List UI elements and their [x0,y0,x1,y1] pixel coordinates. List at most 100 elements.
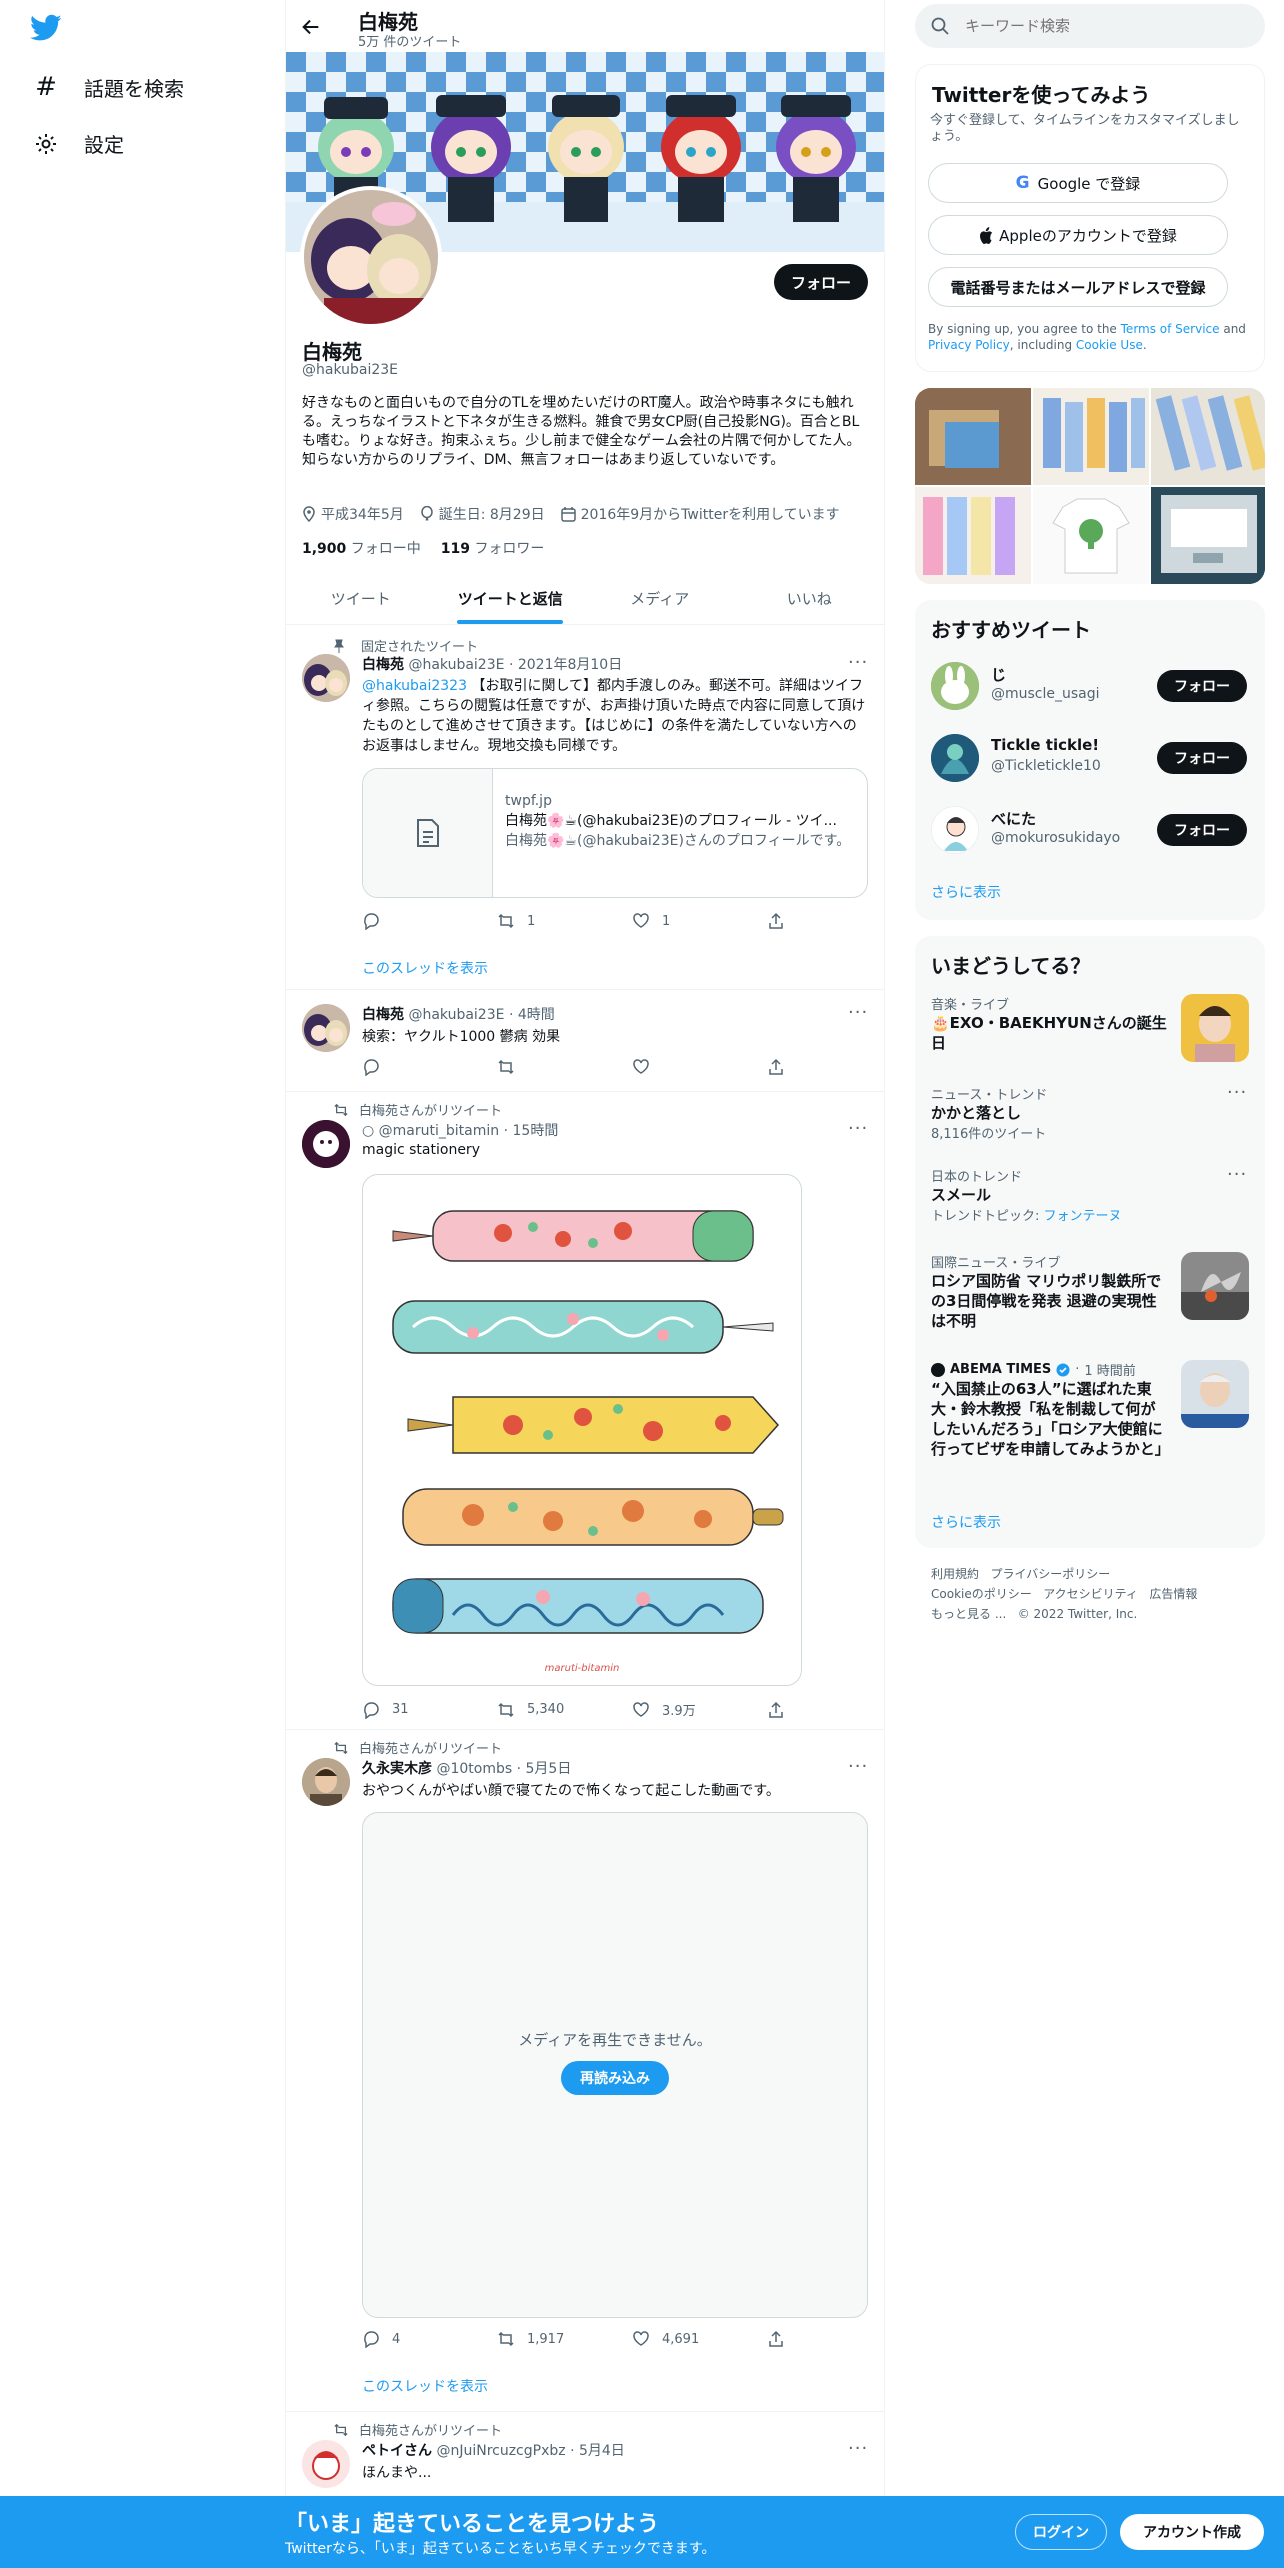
more-options-icon[interactable]: ··· [848,1756,868,1777]
share-button[interactable] [767,912,902,930]
like-button[interactable]: 4,691 [632,2330,767,2348]
tweet-author-handle[interactable]: @hakubai23E [408,657,504,673]
follow-suggestion[interactable]: じ @muscle_usagi フォロー [931,660,1249,716]
retweet-button[interactable]: 1 [497,912,632,930]
like-button[interactable]: 1 [632,912,767,930]
tab-media[interactable]: メディア [585,572,735,624]
apple-signup-button[interactable]: Appleのアカウントで登録 [928,215,1228,255]
phone-email-signup-button[interactable]: 電話番号またはメールアドレスで登録 [928,267,1228,307]
reply-button[interactable]: 4 [362,2330,497,2348]
reply-button[interactable] [362,912,497,930]
footer-link[interactable]: 広告情報 [1149,1587,1197,1601]
follow-suggestion[interactable]: Tickle tickle! @Tickletickle10 フォロー [931,732,1249,788]
tweet-avatar[interactable] [302,1120,350,1168]
trend-item[interactable]: 日本のトレンド スメール トレンドトピック: フォンテーヌ ··· [931,1164,1249,1236]
tweet-author-handle[interactable]: ○ @maruti_bitamin [362,1123,499,1139]
footer-more-link[interactable]: もっと見る ... [931,1607,1006,1621]
follow-button[interactable]: フォロー [1157,742,1247,774]
tweet-retweet[interactable]: 白梅苑さんがリツイート ペトイさん @nJuiNrcuzcgPxbz · 5月4… [286,2412,884,2496]
follow-button[interactable]: フォロー [1157,814,1247,846]
follow-suggestion[interactable]: べにた @mokurosukidayo フォロー [931,804,1249,860]
tweet-retweet[interactable]: 白梅苑さんがリツイート ○ @maruti_bitamin · 15時間 ···… [286,1092,884,1730]
tab-likes[interactable]: いいね [735,572,885,624]
nav-settings[interactable]: 設定 [30,129,124,158]
search-box[interactable] [915,4,1265,48]
show-thread-link[interactable]: このスレッドを表示 [362,2376,488,2396]
reply-button[interactable] [362,1058,497,1076]
media-thumbnail[interactable] [1033,388,1149,485]
reply-button[interactable]: 31 [362,1700,497,1719]
signup-button[interactable]: アカウント作成 [1120,2514,1264,2550]
link-card[interactable]: twpf.jp 白梅苑🌸☕(@hakubai23E)のプロフィール - ツイ..… [362,768,868,898]
nav-explore[interactable]: # 話題を検索 [30,72,184,102]
tweet-avatar[interactable] [302,2440,350,2488]
media-thumbnail[interactable] [1151,388,1265,485]
tweet-time[interactable]: 4時間 [518,1007,555,1023]
trend-item[interactable]: 音楽・ライブ 🎂EXO・BAEKHYUNさんの誕生日 [931,994,1249,1074]
tweet-avatar[interactable] [302,654,350,702]
trend-item[interactable]: ニュース・トレンド かかと落とし 8,116件のツイート ··· [931,1082,1249,1154]
media-thumbnail[interactable] [1033,487,1149,584]
media-thumbnail[interactable] [1151,487,1265,584]
more-options-icon[interactable]: ··· [848,1002,868,1023]
tweet-author-handle[interactable]: @nJuiNrcuzcgPxbz [436,2443,565,2459]
profile-avatar[interactable] [300,186,442,328]
show-thread-link[interactable]: このスレッドを表示 [362,958,488,978]
retweet-button[interactable] [497,1058,632,1076]
more-options-icon[interactable]: ··· [848,652,868,673]
like-button[interactable] [632,1058,767,1076]
tab-tweets-and-replies[interactable]: ツイートと返信 [436,572,586,624]
more-options-icon[interactable]: ··· [848,2438,868,2459]
footer-link[interactable]: プライバシーポリシー [990,1567,1110,1581]
google-signup-button[interactable]: G Google で登録 [928,163,1228,203]
following-link[interactable]: 1,900 フォロー中 [302,538,421,558]
tweet-mention[interactable]: @hakubai2323 [362,678,467,694]
tweet-author-handle[interactable]: @hakubai23E [408,1007,504,1023]
more-options-icon[interactable]: ··· [1227,1082,1247,1103]
tweet-time[interactable]: 5月5日 [526,1761,572,1777]
tweet-pinned[interactable]: 固定されたツイート 白梅苑 @hakubai23E · 2021年8月10日 ·… [286,626,884,990]
footer-link[interactable]: アクセシビリティ [1043,1587,1138,1601]
cookie-link[interactable]: Cookie Use [1076,338,1143,352]
login-button[interactable]: ログイン [1015,2514,1107,2550]
share-button[interactable] [767,1058,902,1076]
tweet-time[interactable]: 5月4日 [579,2443,625,2459]
tab-tweets[interactable]: ツイート [286,572,436,624]
trends-show-more-link[interactable]: さらに表示 [931,1512,1001,1532]
tweet-avatar[interactable] [302,1758,350,1806]
share-button[interactable] [767,2330,902,2348]
tweet-author-name[interactable]: 久永実木彦 [362,1761,432,1777]
tweet-item[interactable]: 白梅苑 @hakubai23E · 4時間 ··· 検索：ヤクルト1000 鬱病… [286,990,884,1092]
tweet-time[interactable]: 2021年8月10日 [518,657,622,673]
retweet-button[interactable]: 5,340 [497,1700,632,1719]
retweet-button[interactable]: 1,917 [497,2330,632,2348]
footer-link[interactable]: 利用規約 [931,1567,979,1581]
terms-link[interactable]: Terms of Service [1121,322,1220,336]
tweet-retweet[interactable]: 白梅苑さんがリツイート 久永実木彦 @10tombs · 5月5日 ··· おや… [286,1730,884,2412]
tweet-author-name[interactable]: 白梅苑 [362,1007,404,1023]
follow-button[interactable]: フォロー [774,264,868,300]
tweet-avatar[interactable] [302,1004,350,1052]
tweet-author-name[interactable]: 白梅苑 [362,657,404,673]
twitter-logo-icon[interactable] [30,14,62,42]
like-button[interactable]: 3.9万 [632,1700,767,1719]
search-input[interactable] [965,17,1235,35]
tweet-author-name[interactable]: ペトイさん [362,2443,432,2459]
media-thumbnail[interactable] [915,388,1031,485]
share-button[interactable] [767,1700,902,1719]
privacy-link[interactable]: Privacy Policy [928,338,1010,352]
tweet-time[interactable]: 15時間 [513,1123,559,1139]
followers-link[interactable]: 119 フォロワー [441,538,545,558]
back-arrow-icon[interactable] [300,16,322,38]
more-options-icon[interactable]: ··· [1227,1164,1247,1185]
trend-item[interactable]: 国際ニュース・ライブ ロシア国防省 マリウポリ製鉄所での3日間停戦を発表 退避の… [931,1252,1249,1342]
more-options-icon[interactable]: ··· [848,1118,868,1139]
media-thumbnail[interactable] [915,487,1031,584]
reload-button[interactable]: 再読み込み [561,2061,669,2095]
tweet-author-handle[interactable]: @10tombs [436,1761,512,1777]
video-player[interactable]: メディアを再生できません。 再読み込み [362,1812,868,2318]
follow-button[interactable]: フォロー [1157,670,1247,702]
tweet-image[interactable]: maruti-bitamin [362,1174,802,1686]
trend-topic-link[interactable]: フォンテーヌ [1044,1209,1122,1224]
trend-item[interactable]: ABEMA TIMES · 1 時間前 “入国禁止の63人”に選ばれた東大・鈴木… [931,1360,1249,1478]
